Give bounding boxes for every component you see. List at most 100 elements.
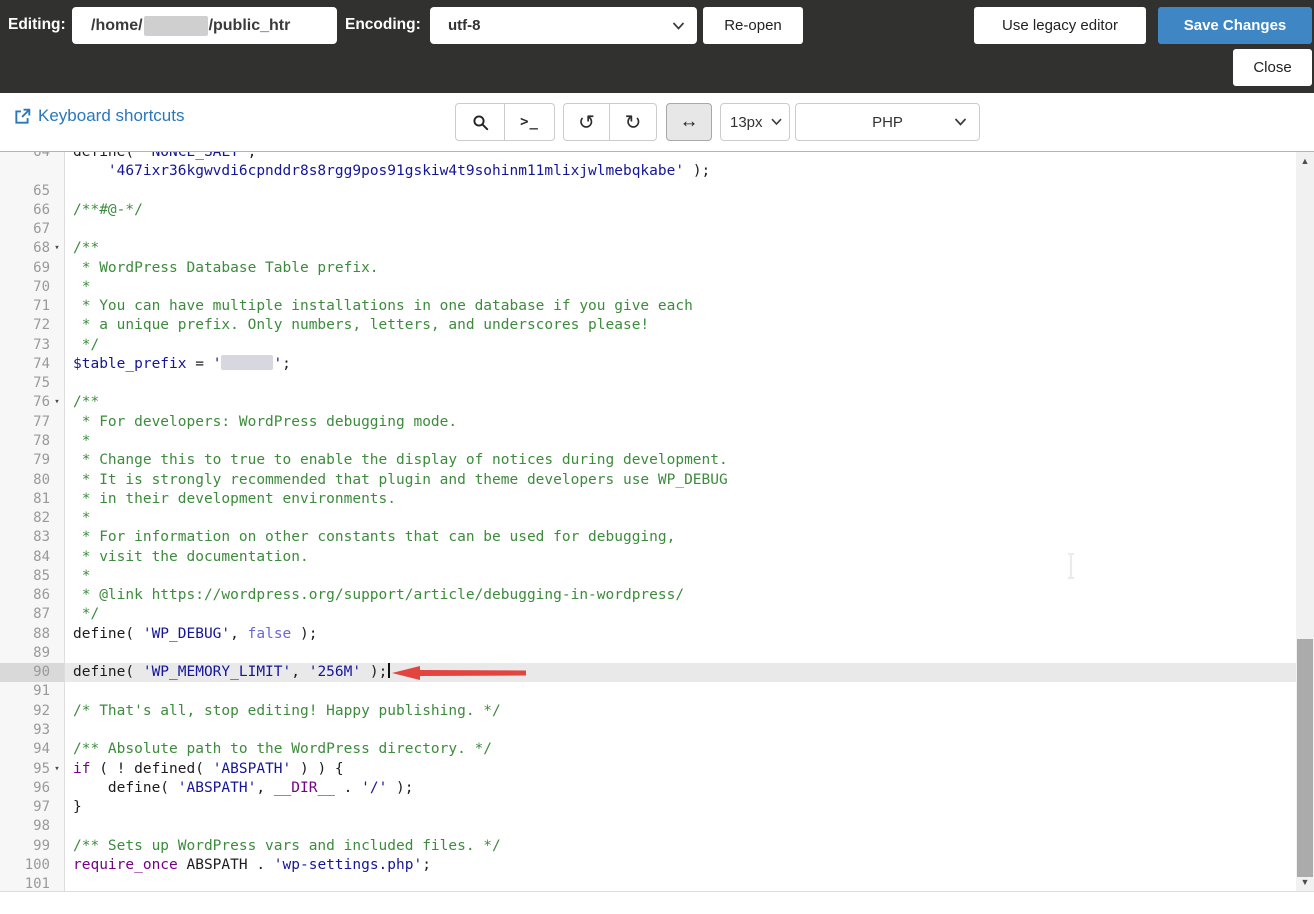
code-text[interactable]: * a unique prefix. Only numbers, letters… — [65, 316, 1296, 335]
vertical-scrollbar[interactable]: ▲ ▼ — [1296, 152, 1314, 891]
code-line-85[interactable]: 85 * — [0, 567, 1296, 586]
code-text[interactable]: $table_prefix = ''; — [65, 355, 1296, 374]
word-wrap-toggle-button[interactable]: ↔ — [666, 103, 712, 141]
code-line-75[interactable]: 75 — [0, 374, 1296, 393]
code-line-98[interactable]: 98 — [0, 817, 1296, 836]
code-line-90[interactable]: 90define( 'WP_MEMORY_LIMIT', '256M' ); — [0, 663, 1296, 682]
code-text[interactable]: */ — [65, 336, 1296, 355]
code-line-71[interactable]: 71 * You can have multiple installations… — [0, 297, 1296, 316]
use-legacy-editor-button[interactable]: Use legacy editor — [974, 7, 1146, 44]
code-text[interactable]: /** — [65, 239, 1296, 258]
code-line-97[interactable]: 97} — [0, 798, 1296, 817]
fold-arrow-icon[interactable]: ▾ — [50, 239, 64, 258]
code-line-96[interactable]: 96 define( 'ABSPATH', __DIR__ . '/' ); — [0, 779, 1296, 798]
code-line-66[interactable]: 66/**#@-*/ — [0, 201, 1296, 220]
code-text[interactable]: * It is strongly recommended that plugin… — [65, 471, 1296, 490]
code-line-67[interactable]: 67 — [0, 220, 1296, 239]
code-text[interactable]: /** Sets up WordPress vars and included … — [65, 837, 1296, 856]
code-line-94[interactable]: 94/** Absolute path to the WordPress dir… — [0, 740, 1296, 759]
code-text[interactable] — [65, 721, 1296, 740]
code-line-93[interactable]: 93 — [0, 721, 1296, 740]
code-line-69[interactable]: 69 * WordPress Database Table prefix. — [0, 259, 1296, 278]
font-size-select[interactable]: 13px — [720, 103, 790, 141]
redo-button[interactable]: ↻ — [610, 103, 657, 141]
code-line-78[interactable]: 78 * — [0, 432, 1296, 451]
code-line-68[interactable]: 68▾/** — [0, 239, 1296, 258]
code-line-80[interactable]: 80 * It is strongly recommended that plu… — [0, 471, 1296, 490]
code-text[interactable] — [65, 644, 1296, 663]
code-line-82[interactable]: 82 * — [0, 509, 1296, 528]
code-text[interactable]: * @link https://wordpress.org/support/ar… — [65, 586, 1296, 605]
syntax-mode-select[interactable]: PHP — [795, 103, 980, 141]
code-text[interactable]: /** — [65, 393, 1296, 412]
code-text[interactable]: * — [65, 509, 1296, 528]
code-text[interactable]: require_once ABSPATH . 'wp-settings.php'… — [65, 856, 1296, 875]
code-line-83[interactable]: 83 * For information on other constants … — [0, 528, 1296, 547]
code-line-wrap[interactable]: '467ixr36kgwvdi6cpnddr8s8rgg9pos91gskiw4… — [0, 162, 1296, 181]
keyboard-shortcuts-link[interactable]: Keyboard shortcuts — [14, 106, 184, 126]
reopen-button[interactable]: Re-open — [703, 7, 803, 44]
code-line-86[interactable]: 86 * @link https://wordpress.org/support… — [0, 586, 1296, 605]
code-text[interactable]: define( 'WP_DEBUG', false ); — [65, 625, 1296, 644]
code-text[interactable]: * — [65, 432, 1296, 451]
code-line-99[interactable]: 99/** Sets up WordPress vars and include… — [0, 837, 1296, 856]
file-path-input[interactable]: /home/ /public_htr — [72, 7, 337, 44]
save-changes-button[interactable]: Save Changes — [1158, 7, 1312, 44]
code-line-72[interactable]: 72 * a unique prefix. Only numbers, lett… — [0, 316, 1296, 335]
code-text[interactable]: * WordPress Database Table prefix. — [65, 259, 1296, 278]
code-line-88[interactable]: 88define( 'WP_DEBUG', false ); — [0, 625, 1296, 644]
code-line-81[interactable]: 81 * in their development environments. — [0, 490, 1296, 509]
code-line-65[interactable]: 65 — [0, 182, 1296, 201]
code-text[interactable] — [65, 875, 1296, 892]
code-text[interactable]: define( 'WP_MEMORY_LIMIT', '256M' ); — [65, 663, 1296, 682]
fold-arrow-icon[interactable]: ▾ — [50, 393, 64, 412]
code-text[interactable]: /* That's all, stop editing! Happy publi… — [65, 702, 1296, 721]
fold-arrow-icon[interactable]: ▾ — [50, 760, 64, 779]
code-text[interactable]: * in their development environments. — [65, 490, 1296, 509]
scroll-up-icon[interactable]: ▲ — [1296, 153, 1314, 169]
scrollbar-thumb[interactable] — [1297, 639, 1313, 877]
code-text[interactable]: * Change this to true to enable the disp… — [65, 451, 1296, 470]
code-line-64[interactable]: 64define( 'NONCE_SALT', — [0, 151, 1296, 162]
code-text[interactable]: if ( ! defined( 'ABSPATH' ) ) { — [65, 760, 1296, 779]
code-line-79[interactable]: 79 * Change this to true to enable the d… — [0, 451, 1296, 470]
code-line-100[interactable]: 100require_once ABSPATH . 'wp-settings.p… — [0, 856, 1296, 875]
code-line-77[interactable]: 77 * For developers: WordPress debugging… — [0, 413, 1296, 432]
code-text[interactable]: * For developers: WordPress debugging mo… — [65, 413, 1296, 432]
code-text[interactable]: /**#@-*/ — [65, 201, 1296, 220]
close-button[interactable]: Close — [1233, 49, 1312, 86]
console-button[interactable]: >_ — [505, 103, 555, 141]
code-text[interactable]: } — [65, 798, 1296, 817]
code-line-87[interactable]: 87 */ — [0, 605, 1296, 624]
code-text[interactable] — [65, 817, 1296, 836]
code-line-76[interactable]: 76▾/** — [0, 393, 1296, 412]
code-text[interactable] — [65, 220, 1296, 239]
search-button[interactable] — [455, 103, 505, 141]
code-text[interactable]: /** Absolute path to the WordPress direc… — [65, 740, 1296, 759]
code-line-89[interactable]: 89 — [0, 644, 1296, 663]
code-line-95[interactable]: 95▾if ( ! defined( 'ABSPATH' ) ) { — [0, 760, 1296, 779]
code-line-91[interactable]: 91 — [0, 682, 1296, 701]
code-text[interactable]: * — [65, 567, 1296, 586]
encoding-select[interactable]: utf-8 — [430, 7, 697, 44]
code-line-73[interactable]: 73 */ — [0, 336, 1296, 355]
code-line-74[interactable]: 74$table_prefix = ''; — [0, 355, 1296, 374]
code-text[interactable] — [65, 182, 1296, 201]
code-text[interactable]: * You can have multiple installations in… — [65, 297, 1296, 316]
code-editor[interactable]: 64define( 'NONCE_SALT', '467ixr36kgwvdi6… — [0, 151, 1314, 892]
scroll-down-icon[interactable]: ▼ — [1296, 874, 1314, 890]
code-text[interactable]: * visit the documentation. — [65, 548, 1296, 567]
code-text[interactable]: define( 'ABSPATH', __DIR__ . '/' ); — [65, 779, 1296, 798]
code-line-101[interactable]: 101 — [0, 875, 1296, 892]
code-line-84[interactable]: 84 * visit the documentation. — [0, 548, 1296, 567]
code-text[interactable]: * For information on other constants tha… — [65, 528, 1296, 547]
code-line-70[interactable]: 70 * — [0, 278, 1296, 297]
code-text[interactable]: '467ixr36kgwvdi6cpnddr8s8rgg9pos91gskiw4… — [65, 162, 1296, 181]
code-text[interactable] — [65, 682, 1296, 701]
code-line-92[interactable]: 92/* That's all, stop editing! Happy pub… — [0, 702, 1296, 721]
code-text[interactable]: */ — [65, 605, 1296, 624]
undo-button[interactable]: ↺ — [563, 103, 610, 141]
code-text[interactable]: define( 'NONCE_SALT', — [65, 151, 1296, 162]
code-text[interactable] — [65, 374, 1296, 393]
code-text[interactable]: * — [65, 278, 1296, 297]
